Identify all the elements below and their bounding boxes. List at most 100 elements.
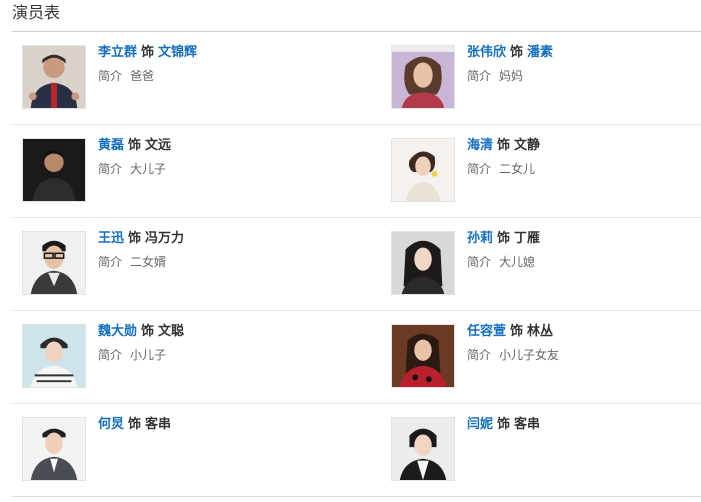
intro-line: 简介 小儿子: [98, 346, 348, 364]
intro-label: 简介: [467, 255, 492, 269]
cast-row: 黄磊饰文远 简介 大儿子 海清饰文静 简介 二女儿: [12, 125, 701, 218]
cast-info: 张伟欣饰潘素 简介 妈妈: [467, 44, 701, 85]
intro-line: 简介 爸爸: [98, 67, 348, 85]
role-name: 文远: [145, 138, 172, 153]
intro-text: 爸爸: [130, 69, 155, 83]
intro-label: 简介: [467, 69, 492, 83]
cast-info: 李立群饰文锦辉 简介 爸爸: [98, 44, 348, 85]
actor-photo[interactable]: [22, 417, 86, 481]
name-line: 黄磊饰文远: [98, 137, 348, 155]
actor-name-link[interactable]: 海清: [467, 138, 493, 153]
actor-name-link[interactable]: 魏大勋: [98, 324, 137, 339]
as-label: 饰: [497, 231, 511, 246]
intro-label: 简介: [98, 255, 123, 269]
intro-text: 大儿媳: [499, 255, 536, 269]
role-name-link[interactable]: 潘素: [527, 45, 553, 60]
cast-card: 海清饰文静 简介 二女儿: [391, 137, 701, 207]
intro-text: 小儿子: [130, 348, 167, 362]
actor-photo[interactable]: [391, 417, 455, 481]
actor-photo[interactable]: [391, 324, 455, 388]
intro-label: 简介: [98, 69, 123, 83]
role-name: 客串: [514, 417, 541, 432]
intro-line: 简介 小儿子女友: [467, 346, 701, 364]
intro-label: 简介: [467, 162, 492, 176]
actor-photo[interactable]: [391, 45, 455, 109]
cast-info: 闫妮饰客串: [467, 416, 701, 434]
actor-name-link[interactable]: 李立群: [98, 45, 137, 60]
actor-photo[interactable]: [22, 231, 86, 295]
as-label: 饰: [510, 324, 524, 339]
intro-text: 大儿子: [130, 162, 167, 176]
cast-info: 黄磊饰文远 简介 大儿子: [98, 137, 348, 178]
name-line: 孙莉饰丁雁: [467, 230, 701, 248]
intro-line: 简介 二女婿: [98, 253, 348, 271]
as-label: 饰: [141, 324, 155, 339]
cast-info: 魏大勋饰文聪 简介 小儿子: [98, 323, 348, 364]
role-name-link[interactable]: 文锦辉: [158, 45, 197, 60]
section-title: 演员表: [12, 3, 61, 22]
as-label: 饰: [141, 45, 155, 60]
cast-card: 王迅饰冯万力 简介 二女婿: [22, 230, 352, 300]
cast-info: 何炅饰客串: [98, 416, 348, 434]
actor-name-link[interactable]: 孙莉: [467, 231, 493, 246]
intro-label: 简介: [98, 348, 123, 362]
role-name: 丁雁: [514, 231, 541, 246]
as-label: 饰: [128, 138, 142, 153]
cast-info: 任容萱饰林丛 简介 小儿子女友: [467, 323, 701, 364]
name-line: 何炅饰客串: [98, 416, 348, 434]
name-line: 魏大勋饰文聪: [98, 323, 348, 341]
as-label: 饰: [128, 417, 142, 432]
cast-info: 孙莉饰丁雁 简介 大儿媳: [467, 230, 701, 271]
as-label: 饰: [510, 45, 524, 60]
intro-label: 简介: [98, 162, 123, 176]
as-label: 饰: [497, 138, 511, 153]
actor-photo[interactable]: [22, 45, 86, 109]
cast-row: 何炅饰客串 闫妮饰客串: [12, 404, 701, 497]
intro-text: 妈妈: [499, 69, 524, 83]
cast-card: 何炅饰客串: [22, 416, 352, 486]
cast-card: 黄磊饰文远 简介 大儿子: [22, 137, 352, 207]
actor-name-link[interactable]: 王迅: [98, 231, 124, 246]
intro-label: 简介: [467, 348, 492, 362]
actor-name-link[interactable]: 闫妮: [467, 417, 493, 432]
cast-card: 闫妮饰客串: [391, 416, 701, 486]
cast-row: 魏大勋饰文聪 简介 小儿子 任容萱饰林丛 简介 小儿子女友: [12, 311, 701, 404]
name-line: 王迅饰冯万力: [98, 230, 348, 248]
cast-info: 王迅饰冯万力 简介 二女婿: [98, 230, 348, 271]
cast-grid: 李立群饰文锦辉 简介 爸爸 张伟欣饰潘素 简介 妈妈 黄磊 饰 文远 简介 大儿…: [12, 32, 701, 497]
as-label: 饰: [128, 231, 142, 246]
actor-photo[interactable]: [391, 138, 455, 202]
cast-info: 海清饰文静 简介 二女儿: [467, 137, 701, 178]
actor-photo[interactable]: [22, 324, 86, 388]
intro-text: 小儿子女友: [499, 348, 560, 362]
name-line: 张伟欣饰潘素: [467, 44, 701, 62]
actor-name-link[interactable]: 黄磊: [98, 138, 124, 153]
name-line: 任容萱饰林丛: [467, 323, 701, 341]
cast-card: 魏大勋饰文聪 简介 小儿子: [22, 323, 352, 393]
actor-name-link[interactable]: 何炅: [98, 417, 124, 432]
actor-photo[interactable]: [22, 138, 86, 202]
intro-line: 简介 妈妈: [467, 67, 701, 85]
name-line: 海清饰文静: [467, 137, 701, 155]
actor-name-link[interactable]: 任容萱: [467, 324, 506, 339]
cast-card: 孙莉饰丁雁 简介 大儿媳: [391, 230, 701, 300]
intro-line: 简介 二女儿: [467, 160, 701, 178]
intro-text: 二女儿: [499, 162, 536, 176]
intro-line: 简介 大儿子: [98, 160, 348, 178]
role-name: 冯万力: [145, 231, 185, 246]
name-line: 李立群饰文锦辉: [98, 44, 348, 62]
role-name: 文聪: [158, 324, 185, 339]
intro-text: 二女婿: [130, 255, 167, 269]
name-line: 闫妮饰客串: [467, 416, 701, 434]
cast-row: 王迅饰冯万力 简介 二女婿 孙莉饰丁雁 简介 大儿媳: [12, 218, 701, 311]
cast-page: 演员表 李立群饰文锦辉 简介 爸爸 张伟欣 饰 潘素 简介 妈妈 黄磊 饰 文远…: [0, 0, 701, 502]
cast-card: 李立群饰文锦辉 简介 爸爸: [22, 44, 352, 114]
actor-name-link[interactable]: 张伟欣: [467, 45, 506, 60]
intro-line: 简介 大儿媳: [467, 253, 701, 271]
cast-row: 李立群饰文锦辉 简介 爸爸 张伟欣饰潘素 简介 妈妈: [12, 32, 701, 125]
cast-card: 张伟欣饰潘素 简介 妈妈: [391, 44, 701, 114]
actor-photo[interactable]: [391, 231, 455, 295]
as-label: 饰: [497, 417, 511, 432]
role-name: 林丛: [527, 324, 554, 339]
role-name: 客串: [145, 417, 172, 432]
